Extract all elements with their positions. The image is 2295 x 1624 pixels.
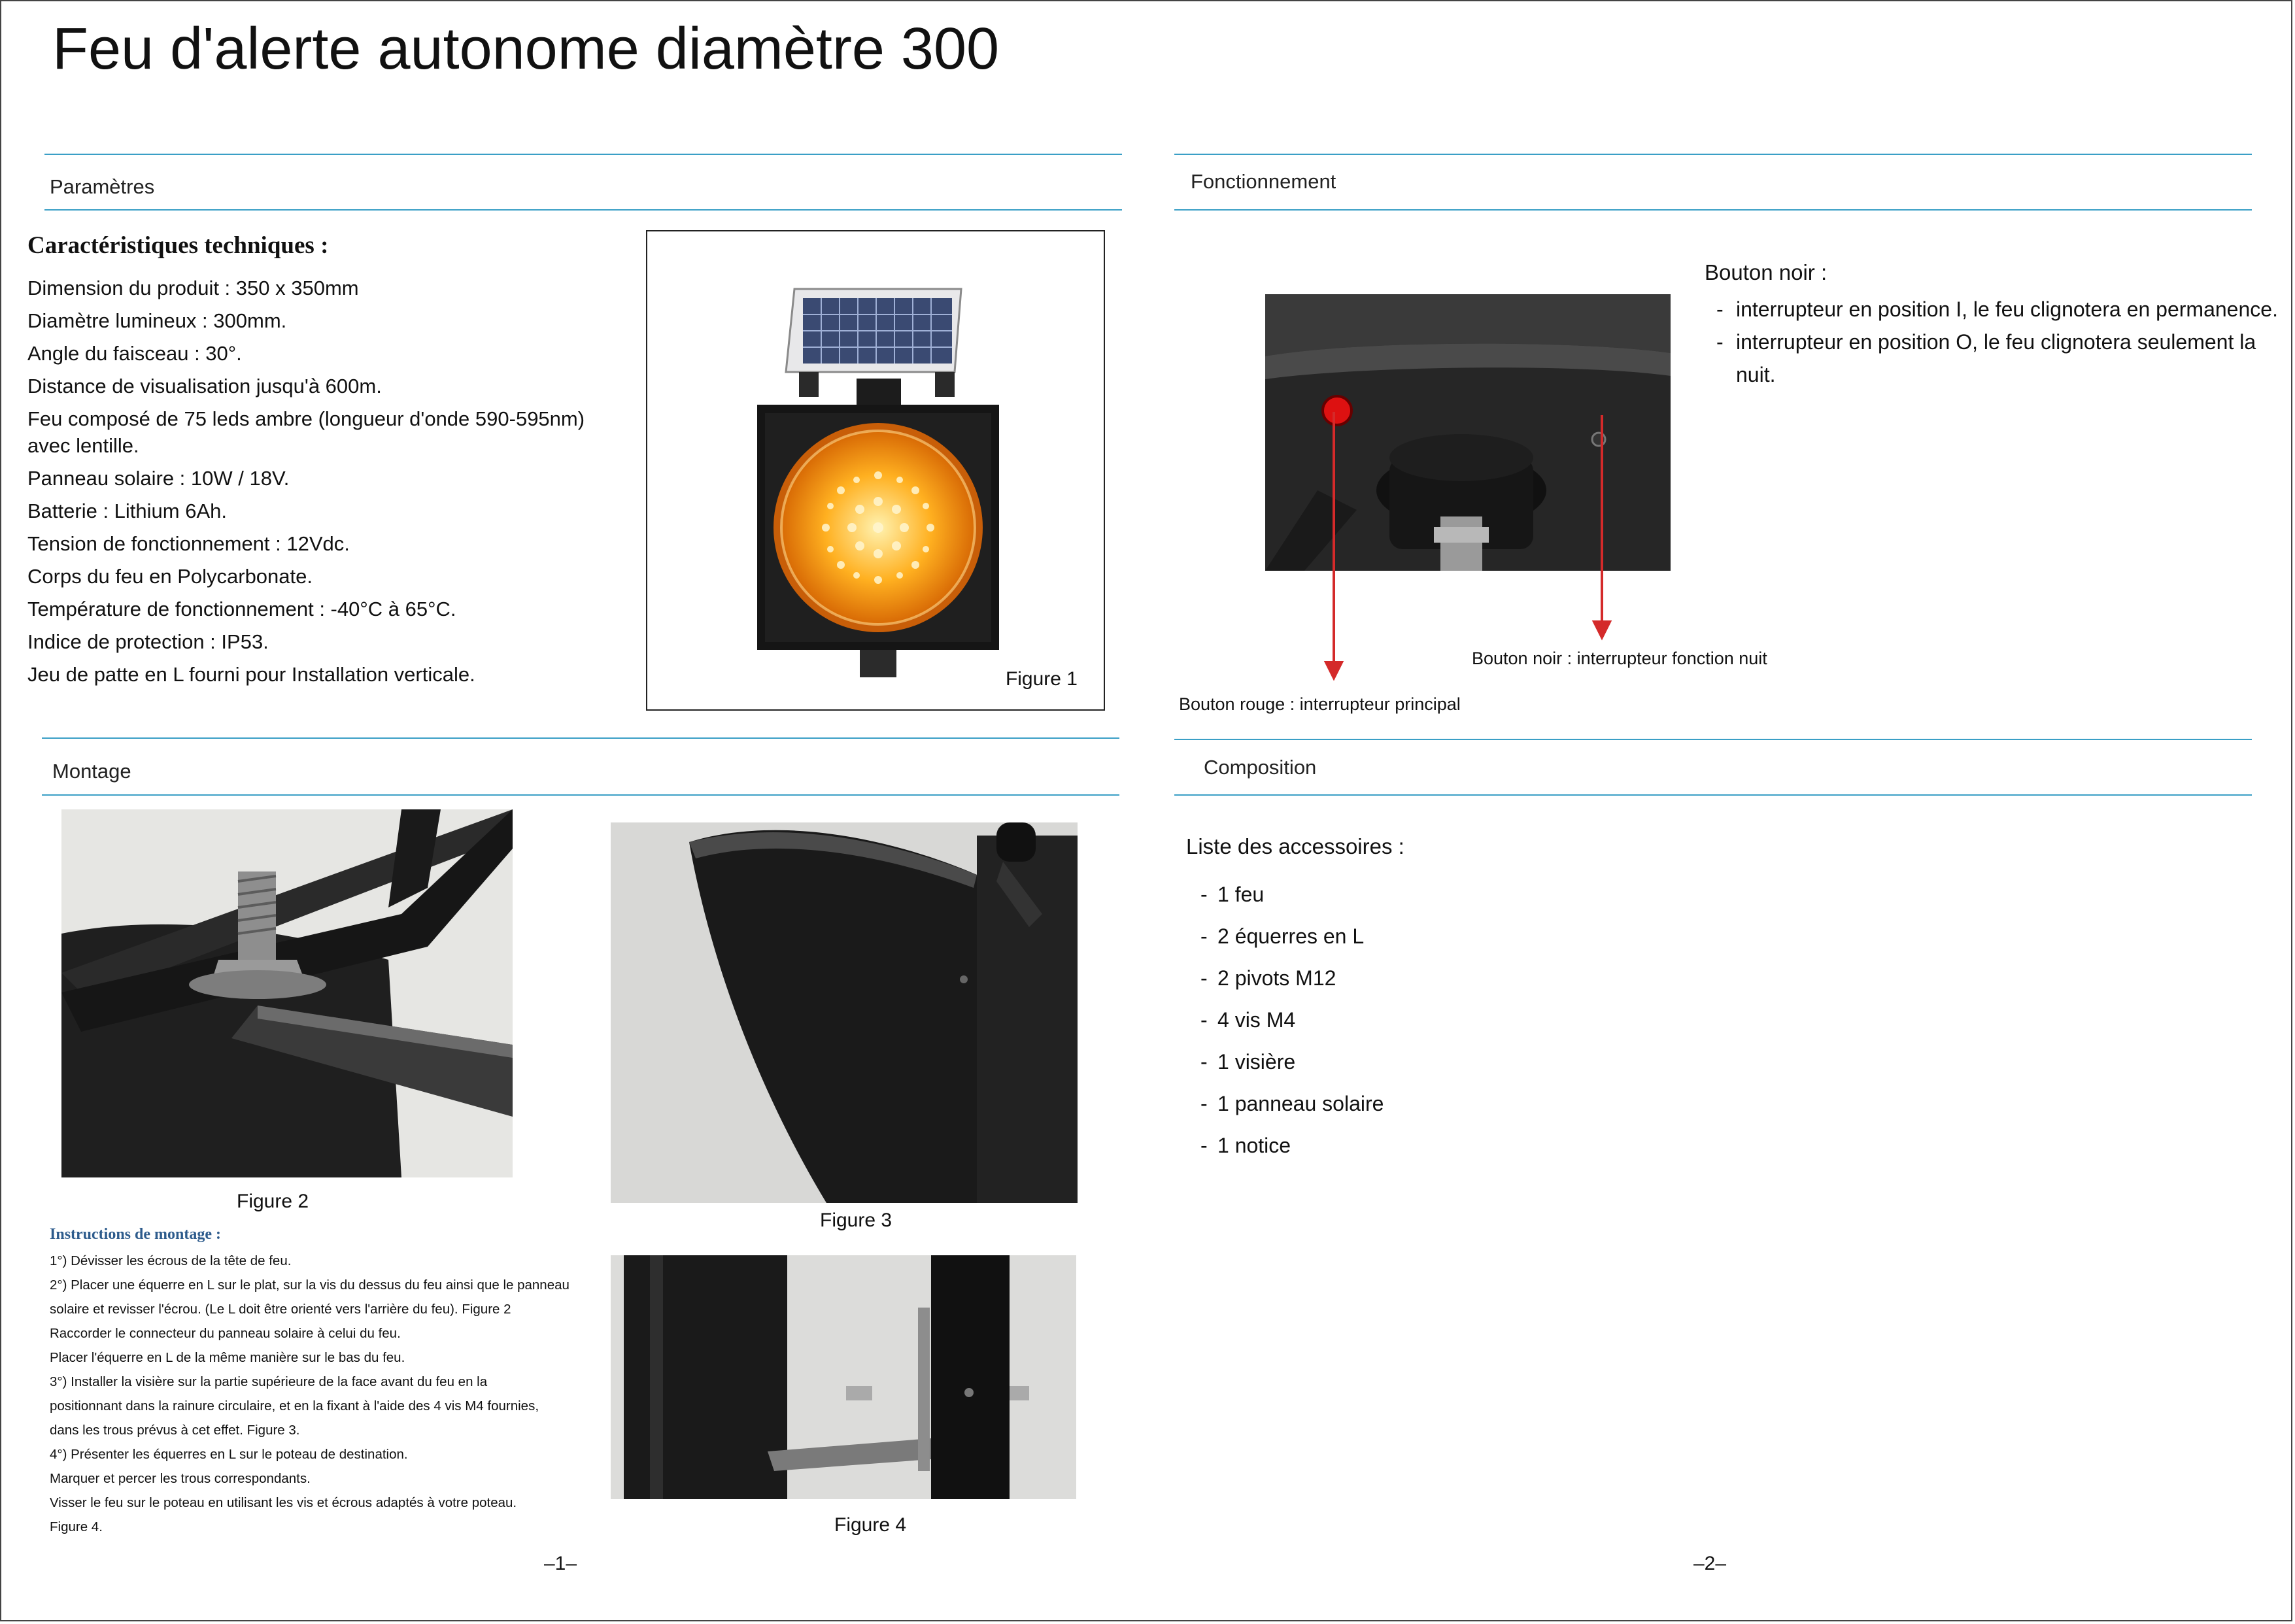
section-title-montage: Montage [52,760,131,783]
instruction-line: solaire et revisser l'écrou. (Le L doit … [50,1302,511,1317]
section-rule [44,209,1122,211]
accessories-title: Liste des accessoires : [1186,834,1404,858]
solar-warning-light-image [757,288,999,677]
figure-1-caption: Figure 1 [1005,668,1078,690]
accessories-list: -1 feu -2 équerres en L -2 pivots M12 -4… [1200,873,1384,1166]
spec-item: Dimension du produit : 350 x 350mm [27,277,359,299]
spec-item: Température de fonctionnement : -40°C à … [27,598,456,620]
callout-arrows [1323,412,1612,681]
document-title: Feu d'alerte autonome diamètre 300 [52,16,1000,82]
figure-2-photo [61,809,513,1177]
black-button-list: - interrupteur en position I, le feu clig… [1716,293,2279,391]
section-rule [42,737,1119,739]
instructions-title: Instructions de montage : [50,1226,221,1243]
figure-2-caption: Figure 2 [237,1191,309,1212]
spec-item: Corps du feu en Polycarbonate. [27,565,313,588]
black-button-title: Bouton noir : [1705,260,1828,284]
spec-item: Diamètre lumineux : 300mm. [27,309,287,332]
instructions-list: 1°) Dévisser les écrous de la tête de fe… [50,1249,619,1539]
instruction-line: dans les trous prévus à cet effet. Figur… [50,1423,300,1438]
spec-item: Angle du faisceau : 30°. [27,342,242,365]
figure-3-caption: Figure 3 [820,1210,892,1231]
section-rule [1174,209,2252,211]
spec-item: Jeu de patte en L fourni pour Installati… [27,663,475,686]
page-number-left: –1– [544,1553,577,1574]
section-rule [1174,794,2252,796]
instruction-line: Figure 4. [50,1519,103,1534]
accessory-item: -2 pivots M12 [1200,966,1336,990]
instruction-line: Marquer et percer les trous correspondan… [50,1471,311,1486]
instruction-line: Raccorder le connecteur du panneau solai… [50,1326,401,1341]
black-button-item: - interrupteur en position I, le feu clig… [1716,297,2278,321]
specs-list: Dimension du produit : 350 x 350mm Diamè… [27,275,616,694]
spec-item: Indice de protection : IP53. [27,630,269,653]
section-rule [44,154,1122,155]
figure-3-photo [611,822,1078,1203]
spec-item: Distance de visualisation jusqu'à 600m. [27,375,382,398]
section-rule [42,794,1119,796]
section-title-composition: Composition [1204,756,1317,779]
spec-item: Batterie : Lithium 6Ah. [27,499,227,522]
figure-4-caption: Figure 4 [834,1514,907,1536]
section-title-parametres: Paramètres [50,175,155,198]
accessory-item: -4 vis M4 [1200,1008,1296,1032]
black-button-item: - interrupteur en position O, le feu clig… [1716,330,2256,386]
figure-4-photo [611,1255,1076,1499]
instruction-line: 2°) Placer une équerre en L sur le plat,… [50,1277,570,1293]
instruction-line: Visser le feu sur le poteau en utilisant… [50,1495,517,1510]
accessory-item: -1 feu [1200,883,1265,906]
section-title-fonctionnement: Fonctionnement [1191,170,1336,193]
instruction-line: 4°) Présenter les équerres en L sur le p… [50,1447,408,1462]
section-rule [1174,739,2252,740]
accessory-item: -1 panneau solaire [1200,1092,1384,1115]
instruction-line: 1°) Dévisser les écrous de la tête de fe… [50,1253,292,1268]
label-black-button: Bouton noir : interrupteur fonction nuit [1472,649,1767,668]
spec-item: Tension de fonctionnement : 12Vdc. [27,532,350,555]
spec-item: Panneau solaire : 10W / 18V. [27,467,290,490]
instruction-line: positionnant dans la rainure circulaire,… [50,1398,539,1413]
page-number-right: –2– [1693,1553,1727,1574]
figure-1-frame: Figure 1 [646,230,1105,711]
label-red-button: Bouton rouge : interrupteur principal [1179,694,1461,714]
instruction-line: 3°) Installer la visière sur la partie s… [50,1374,488,1389]
instruction-line: Placer l'équerre en L de la même manière… [50,1350,405,1365]
accessory-item: -1 notice [1200,1134,1291,1157]
accessory-item: -1 visière [1200,1050,1296,1074]
spec-item: Feu composé de 75 leds ambre (longueur d… [27,407,585,457]
section-rule [1174,154,2252,155]
specs-heading: Caractéristiques techniques : [27,232,329,259]
accessory-item: -2 équerres en L [1200,924,1365,948]
